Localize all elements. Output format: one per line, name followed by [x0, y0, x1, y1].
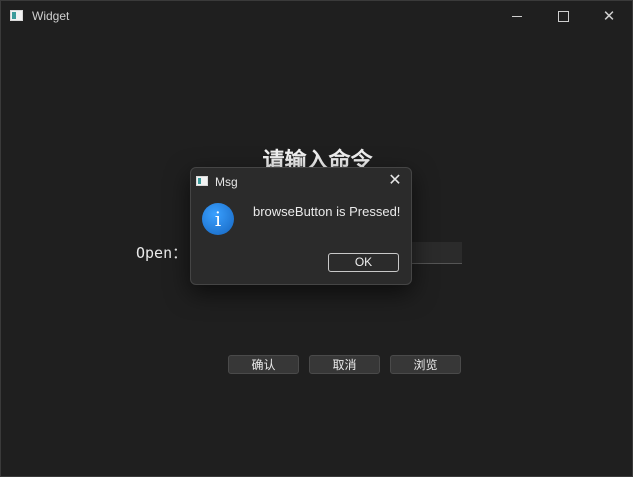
- window-title: Widget: [32, 9, 70, 23]
- title-bar: Widget ✕: [1, 1, 632, 32]
- dialog-app-icon: [196, 176, 208, 186]
- browse-button[interactable]: 浏览: [390, 355, 461, 374]
- ok-button[interactable]: OK: [328, 253, 399, 272]
- message-dialog: Msg ✕ i browseButton is Pressed! OK: [190, 167, 412, 285]
- close-button[interactable]: ✕: [586, 1, 632, 31]
- minimize-icon: [512, 15, 522, 17]
- minimize-button[interactable]: [494, 1, 540, 31]
- dialog-message: browseButton is Pressed!: [253, 204, 401, 219]
- maximize-button[interactable]: [540, 1, 586, 31]
- close-icon: ✕: [602, 8, 616, 25]
- confirm-button[interactable]: 确认: [228, 355, 299, 374]
- close-icon: ✕: [388, 172, 402, 189]
- info-icon: i: [202, 203, 234, 235]
- open-label: Open：: [136, 244, 188, 262]
- maximize-icon: [557, 10, 569, 22]
- app-icon: [10, 10, 23, 21]
- cancel-button[interactable]: 取消: [309, 355, 380, 374]
- dialog-title: Msg: [215, 175, 238, 189]
- dialog-close-button[interactable]: ✕: [385, 171, 405, 191]
